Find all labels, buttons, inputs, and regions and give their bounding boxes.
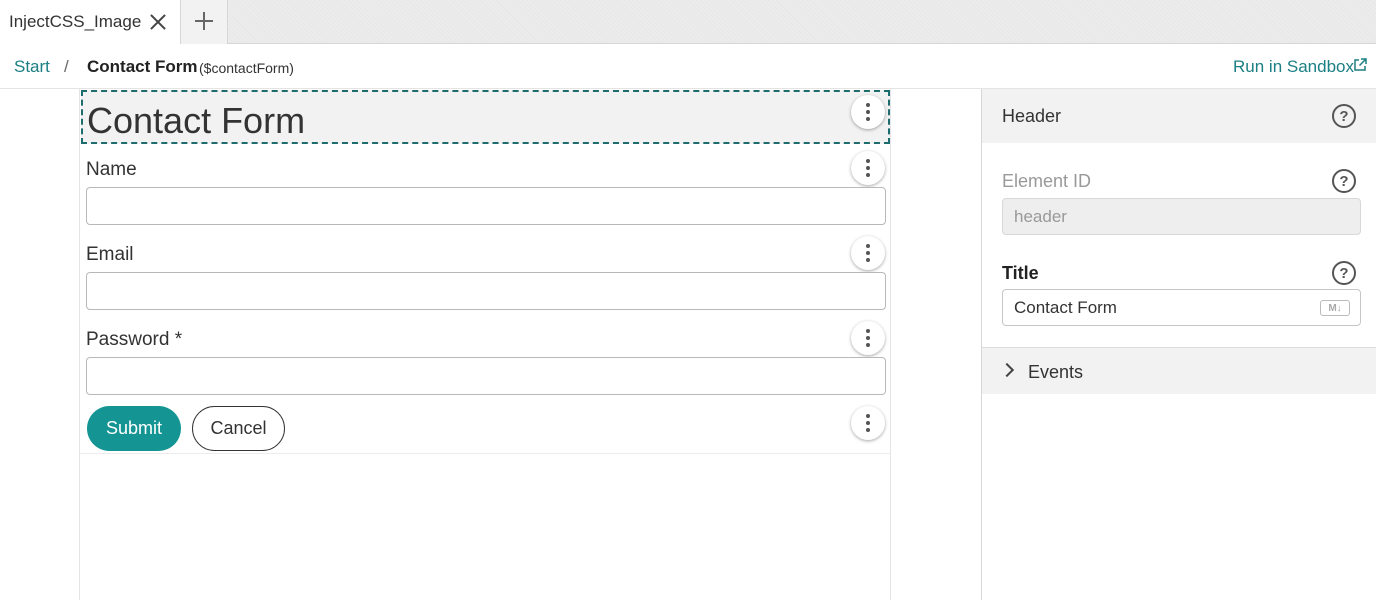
name-input[interactable] bbox=[86, 187, 886, 225]
close-icon[interactable] bbox=[146, 10, 170, 34]
password-input[interactable] bbox=[86, 357, 886, 395]
buttons-more-menu-button[interactable] bbox=[851, 406, 885, 440]
breadcrumb-start-link[interactable]: Start bbox=[14, 57, 50, 77]
add-tab-button[interactable] bbox=[181, 0, 228, 44]
help-icon[interactable]: ? bbox=[1332, 104, 1356, 128]
tab-bar: InjectCSS_Image bbox=[0, 0, 1376, 44]
title-input-value: Contact Form bbox=[1014, 297, 1117, 317]
events-label: Events bbox=[1028, 362, 1084, 382]
markdown-icon[interactable]: M↓ bbox=[1320, 300, 1350, 316]
title-input[interactable]: Contact Form M↓ bbox=[1002, 289, 1361, 326]
form-canvas: Contact Form Name Email Password * Submi… bbox=[79, 89, 891, 600]
header-more-menu-button[interactable] bbox=[851, 95, 885, 129]
events-section-toggle[interactable]: Events bbox=[982, 347, 1376, 394]
password-more-menu-button[interactable] bbox=[851, 321, 885, 355]
name-field-label: Name bbox=[86, 159, 137, 180]
title-help-icon[interactable]: ? bbox=[1332, 261, 1356, 285]
properties-panel: Header ? Element ID ? header Title ? Con… bbox=[981, 89, 1376, 600]
name-more-menu-button[interactable] bbox=[851, 151, 885, 185]
form-title: Contact Form bbox=[87, 100, 306, 141]
tab-label: InjectCSS_Image bbox=[9, 12, 142, 31]
external-link-icon[interactable] bbox=[1353, 58, 1367, 72]
panel-title: Header bbox=[1002, 106, 1062, 126]
cancel-button[interactable]: Cancel bbox=[192, 406, 285, 451]
title-label: Title bbox=[1002, 263, 1039, 283]
email-more-menu-button[interactable] bbox=[851, 236, 885, 270]
element-id-label: Element ID bbox=[1002, 171, 1092, 191]
submit-button[interactable]: Submit bbox=[87, 406, 181, 451]
form-header-selected[interactable]: Contact Form bbox=[81, 90, 890, 144]
breadcrumb: Start / Contact Form ($contactForm) Run … bbox=[0, 44, 1376, 89]
email-input[interactable] bbox=[86, 272, 886, 310]
breadcrumb-separator: / bbox=[64, 57, 69, 76]
password-field-label: Password * bbox=[86, 329, 183, 350]
divider bbox=[80, 453, 890, 454]
breadcrumb-current-id: ($contactForm) bbox=[199, 60, 294, 76]
chevron-right-icon bbox=[999, 362, 1015, 378]
element-id-help-icon[interactable]: ? bbox=[1332, 169, 1356, 193]
tab-injectcss-image[interactable]: InjectCSS_Image bbox=[0, 0, 181, 44]
element-id-input: header bbox=[1002, 198, 1361, 235]
panel-header: Header ? bbox=[982, 89, 1376, 143]
run-in-sandbox-link[interactable]: Run in Sandbox bbox=[1233, 57, 1354, 77]
breadcrumb-current: Contact Form bbox=[87, 57, 198, 76]
email-field-label: Email bbox=[86, 244, 134, 265]
